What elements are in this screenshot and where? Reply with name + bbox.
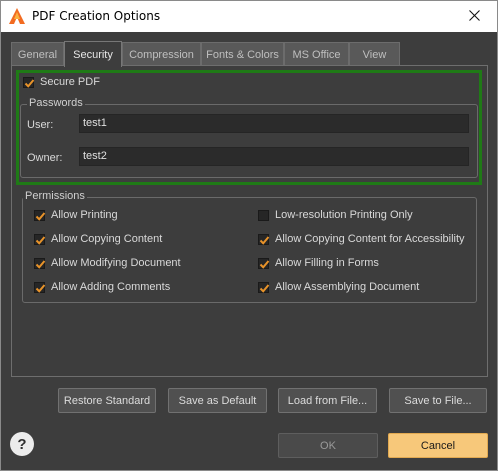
tab-ms-office[interactable]: MS Office (284, 42, 349, 66)
tab-label: Compression (129, 48, 194, 61)
checkmark-icon (259, 284, 270, 293)
title-bar: PDF Creation Options (1, 1, 497, 32)
pdf-app-icon (9, 8, 25, 24)
tab-label: Security (73, 48, 113, 61)
low-res-printing-checkbox[interactable] (258, 210, 269, 221)
close-button[interactable] (451, 1, 497, 32)
save-as-default-button[interactable]: Save as Default (168, 388, 267, 413)
checkmark-icon (35, 260, 46, 269)
ok-button[interactable]: OK (278, 433, 378, 458)
restore-standard-button[interactable]: Restore Standard (58, 388, 156, 413)
allow-printing-label: Allow Printing (51, 209, 118, 221)
checkmark-icon (35, 212, 46, 221)
cancel-button[interactable]: Cancel (388, 433, 488, 458)
filling-forms-label: Allow Filling in Forms (275, 257, 379, 269)
allow-comments-label: Allow Adding Comments (51, 281, 171, 293)
secure-pdf-label: Secure PDF (40, 76, 100, 88)
permissions-group: Permissions Allow Printing Allow Copying… (22, 190, 477, 303)
allow-copying-label: Allow Copying Content (51, 233, 163, 245)
checkmark-icon (24, 79, 35, 88)
checkmark-icon (259, 260, 270, 269)
tab-general[interactable]: General (11, 42, 64, 66)
allow-copying-checkbox[interactable] (34, 234, 46, 245)
tab-label: General (17, 48, 58, 61)
tab-fonts-colors[interactable]: Fonts & Colors (201, 42, 284, 66)
copy-accessibility-label: Allow Copying Content for Accessibility (275, 233, 465, 245)
tab-label: Fonts & Colors (206, 48, 279, 61)
passwords-group: Passwords User: test1 Owner: test2 (20, 97, 478, 178)
permissions-title: Permissions (23, 190, 87, 202)
tab-view[interactable]: View (349, 42, 400, 66)
dialog-client: General Security Compression Fonts & Col… (1, 32, 497, 470)
assembly-label: Allow Assemblying Document (275, 281, 420, 293)
checkmark-icon (259, 236, 270, 245)
tab-compression[interactable]: Compression (122, 42, 201, 66)
tab-label: View (362, 48, 387, 61)
copy-accessibility-checkbox[interactable] (258, 234, 270, 245)
passwords-title: Passwords (27, 97, 85, 109)
allow-modifying-label: Allow Modifying Document (51, 257, 181, 269)
dialog-window: PDF Creation Options General Security Co… (0, 0, 498, 471)
security-panel: Secure PDF Passwords User: test1 Owner: … (11, 65, 488, 377)
allow-modifying-checkbox[interactable] (34, 258, 46, 269)
assembly-checkbox[interactable] (258, 282, 270, 293)
allow-printing-checkbox[interactable] (34, 210, 46, 221)
owner-label: Owner: (27, 152, 63, 164)
allow-comments-checkbox[interactable] (34, 282, 46, 293)
user-password-field[interactable]: test1 (79, 114, 469, 133)
tab-security[interactable]: Security (64, 41, 122, 67)
close-icon (468, 9, 480, 24)
low-res-printing-label: Low-resolution Printing Only (275, 209, 413, 221)
save-to-file-button[interactable]: Save to File... (389, 388, 487, 413)
window-title: PDF Creation Options (32, 9, 161, 23)
owner-password-field[interactable]: test2 (79, 147, 469, 166)
filling-forms-checkbox[interactable] (258, 258, 270, 269)
help-icon[interactable]: ? (10, 432, 34, 456)
secure-pdf-checkbox[interactable] (23, 77, 35, 88)
checkmark-icon (35, 236, 46, 245)
load-from-file-button[interactable]: Load from File... (278, 388, 377, 413)
user-label: User: (27, 119, 54, 131)
tab-label: MS Office (292, 48, 341, 61)
checkmark-icon (35, 284, 46, 293)
